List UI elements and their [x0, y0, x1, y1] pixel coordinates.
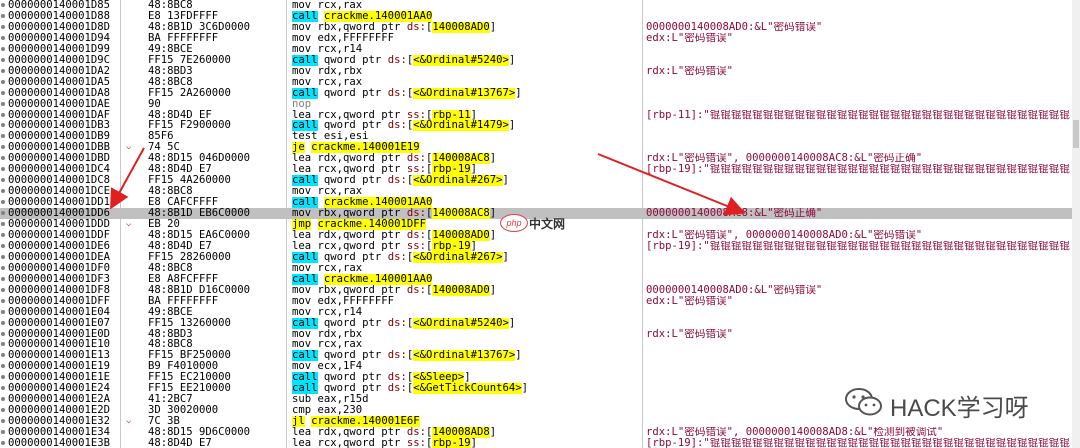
hack-watermark-text: HACK学习呀 [890, 395, 1029, 422]
php-site-watermark: 中文网 [529, 217, 566, 231]
x64dbg-cpu-disassembly-view: 0000000140001D85 48:8BC8 mov rcx,rax 000000… [0, 0, 1080, 448]
arrow-to-address [110, 147, 145, 210]
wechat-icon [845, 388, 882, 416]
arrow-to-comment [597, 153, 746, 216]
hack-watermark: HACK学习呀 [844, 384, 1064, 422]
php-logo-watermark: php [500, 214, 528, 232]
